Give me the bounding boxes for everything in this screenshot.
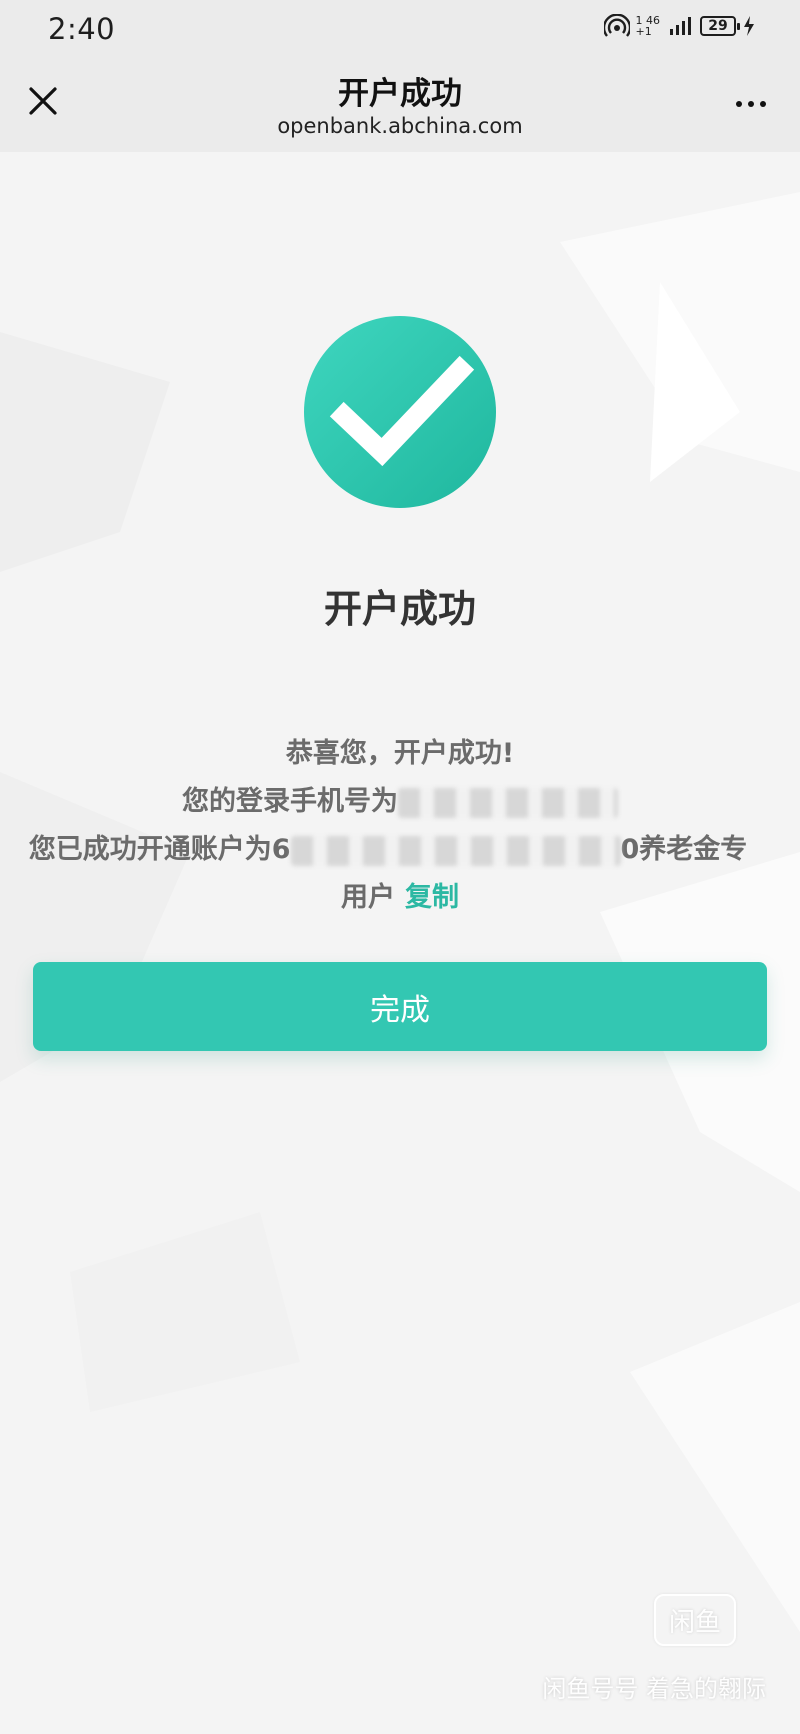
status-time: 2:40 xyxy=(48,12,116,46)
success-badge xyxy=(304,316,496,508)
signal-icon xyxy=(670,17,691,35)
page-url: openbank.abchina.com xyxy=(277,114,523,138)
status-bar: 2:40 1 46 +1 29 xyxy=(0,0,800,56)
success-title: 开户成功 xyxy=(323,587,476,631)
hotspot-icon xyxy=(603,14,630,37)
page-title: 开户成功 xyxy=(338,76,462,112)
watermark: 闲鱼 闲鱼号号 着急的翱际 xyxy=(506,1594,766,1704)
charging-icon xyxy=(744,16,754,36)
battery-icon: 29 xyxy=(700,16,740,36)
masked-phone xyxy=(398,787,618,818)
message-line: 您的登录手机号为 xyxy=(0,778,800,826)
battery-level: 29 xyxy=(708,18,728,34)
more-button[interactable] xyxy=(726,84,776,124)
message-line: 您已成功开通账户为6 0养老金专 xyxy=(0,826,800,874)
nav-header: 开户成功 openbank.abchina.com xyxy=(0,56,800,152)
success-message: 恭喜您，开户成功! 您的登录手机号为 您已成功开通账户为6 0养老金专 用户 复制 xyxy=(0,730,800,922)
account-type-text: 用户 xyxy=(341,882,395,913)
checkmark-icon xyxy=(329,355,475,467)
network-label-bottom: +1 xyxy=(635,25,652,38)
copy-link[interactable]: 复制 xyxy=(405,882,459,913)
status-icons: 1 46 +1 29 xyxy=(603,14,757,38)
account-suffix: 0养老金专 xyxy=(620,834,748,865)
done-button[interactable]: 完成 xyxy=(33,962,767,1051)
account-label: 您已成功开通账户为6 xyxy=(28,834,291,865)
page: 2:40 1 46 +1 29 开户成功 openbank.abchina.co… xyxy=(0,0,800,1734)
masked-account xyxy=(290,835,621,866)
phone-label: 您的登录手机号为 xyxy=(182,786,398,817)
watermark-logo: 闲鱼 xyxy=(654,1594,736,1646)
message-line: 恭喜您，开户成功! xyxy=(285,738,515,769)
message-line: 用户 复制 xyxy=(0,874,800,922)
network-type: 1 46 +1 xyxy=(636,15,661,37)
more-icon-dot xyxy=(760,101,766,107)
watermark-text: 闲鱼号号 着急的翱际 xyxy=(542,1675,766,1703)
more-icon-dot xyxy=(748,101,754,107)
more-icon-dot xyxy=(736,101,742,107)
